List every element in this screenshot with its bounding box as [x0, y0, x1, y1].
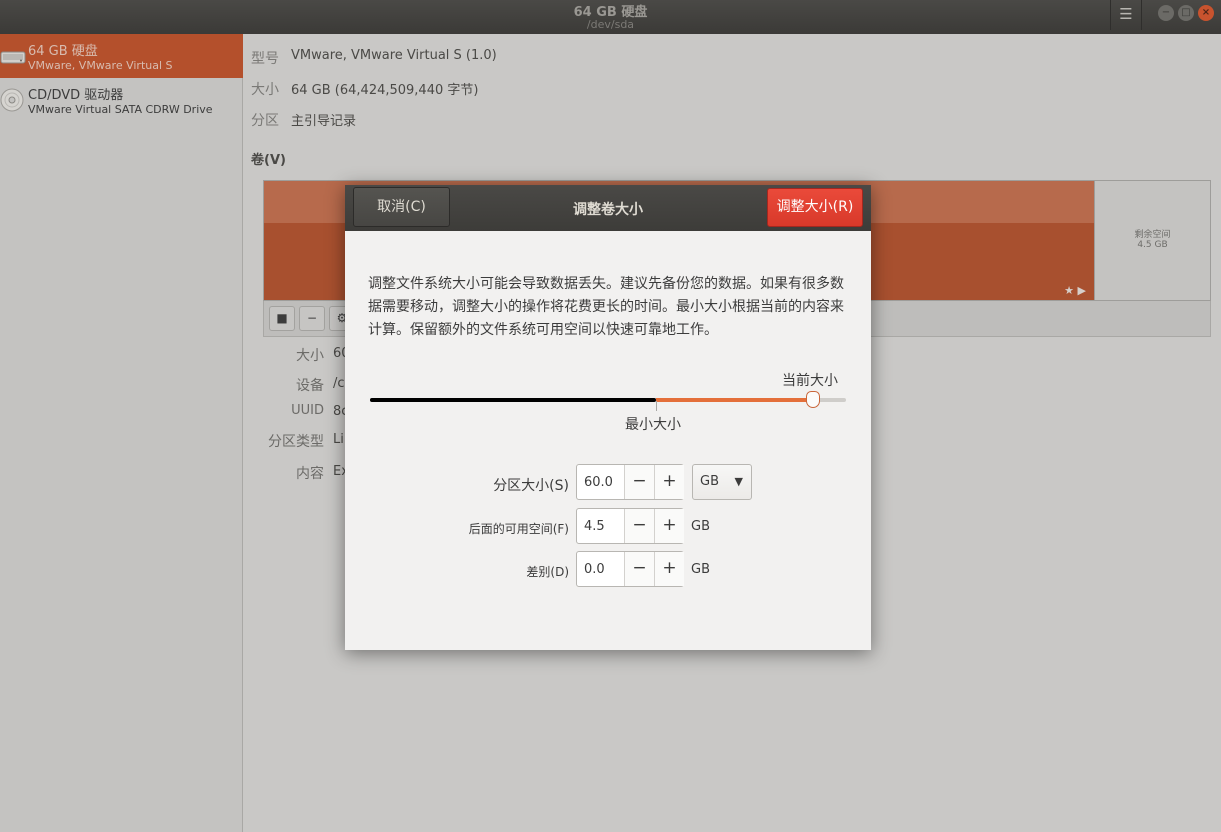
unit-dropdown[interactable]: GB ▼: [692, 464, 752, 500]
detail-device-value: /c: [333, 376, 345, 391]
slider-handle[interactable]: [806, 391, 820, 408]
device-name: CD/DVD 驱动器: [28, 88, 124, 103]
difference-label: 差别(D): [526, 565, 569, 579]
free-space-increment-icon[interactable]: +: [654, 509, 684, 543]
resize-button[interactable]: 调整大小(R): [767, 188, 863, 227]
mounted-star-icon: ★ ▶: [1064, 284, 1086, 297]
resize-warning-text: 调整文件系统大小可能会导致数据丢失。建议先备份您的数据。如果有很多数据需要移动，…: [368, 276, 844, 338]
difference-spinner: − +: [576, 551, 684, 587]
partition-size-decrement-icon[interactable]: −: [624, 465, 654, 499]
partition-size-increment-icon[interactable]: +: [654, 465, 684, 499]
device-name: 64 GB 硬盘: [28, 44, 98, 59]
current-size-label: 当前大小: [782, 373, 838, 389]
model-value: VMware, VMware Virtual S (1.0): [291, 48, 497, 63]
detail-device-label: 设备: [296, 378, 324, 394]
optical-drive-icon: [0, 88, 24, 112]
volumes-heading: 卷(V): [251, 153, 286, 168]
sidebar-item-hard-disk[interactable]: 64 GB 硬盘 VMware, VMware Virtual S: [0, 34, 243, 78]
close-icon[interactable]: ×: [1198, 5, 1214, 21]
device-sidebar: 64 GB 硬盘 VMware, VMware Virtual S CD/DVD…: [0, 34, 243, 832]
window-subtitle: /dev/sda: [586, 18, 635, 31]
model-label: 型号: [251, 51, 279, 67]
free-space-size: 4.5 GB: [1137, 240, 1168, 250]
slider-min-fill: [370, 398, 656, 402]
detail-uuid-label: UUID: [291, 403, 324, 418]
detail-partition-type-value: Li: [333, 432, 344, 447]
partition-size-spinner: − +: [576, 464, 684, 500]
difference-unit: GB: [691, 562, 710, 577]
free-space-decrement-icon[interactable]: −: [624, 509, 654, 543]
volume-free-space[interactable]: 剩余空间 4.5 GB: [1094, 181, 1210, 300]
chevron-down-icon: ▼: [734, 475, 743, 488]
free-space-unit: GB: [691, 519, 710, 534]
min-size-label: 最小大小: [625, 417, 681, 433]
minimize-icon[interactable]: −: [1158, 5, 1174, 21]
sidebar-item-optical-drive[interactable]: CD/DVD 驱动器 VMware Virtual SATA CDRW Driv…: [0, 78, 243, 122]
partitioning-label: 分区: [251, 113, 279, 129]
partition-size-label: 分区大小(S): [493, 478, 569, 494]
title-bar: 64 GB 硬盘 /dev/sda ☰ − □ ×: [0, 0, 1221, 34]
free-space-label: 剩余空间: [1134, 230, 1171, 240]
detail-size-label: 大小: [296, 348, 324, 364]
maximize-icon[interactable]: □: [1178, 5, 1194, 21]
device-subtitle: VMware, VMware Virtual S: [28, 59, 173, 72]
stop-icon[interactable]: ■: [269, 306, 295, 331]
free-space-following-label: 后面的可用空间(F): [468, 522, 569, 536]
slider-value-fill: [656, 398, 813, 402]
partition-size-input[interactable]: [578, 466, 622, 498]
unit-dropdown-value: GB: [700, 474, 719, 489]
hard-disk-icon: [0, 51, 26, 64]
detail-partition-type-label: 分区类型: [268, 434, 324, 450]
remove-partition-icon[interactable]: −: [299, 306, 325, 331]
dialog-header: 取消(C) 调整卷大小 调整大小(R): [345, 185, 871, 231]
size-label: 大小: [251, 82, 279, 98]
difference-input[interactable]: [578, 553, 622, 585]
menu-icon[interactable]: ☰: [1110, 0, 1142, 30]
device-subtitle: VMware Virtual SATA CDRW Drive: [28, 103, 213, 116]
free-space-input[interactable]: [578, 510, 622, 542]
size-value: 64 GB (64,424,509,440 字节): [291, 83, 479, 98]
difference-increment-icon[interactable]: +: [654, 552, 684, 586]
min-size-mark: [656, 401, 657, 411]
free-space-spinner: − +: [576, 508, 684, 544]
resize-volume-dialog: 取消(C) 调整卷大小 调整大小(R) 调整文件系统大小可能会导致数据丢失。建议…: [345, 185, 871, 650]
size-slider[interactable]: [370, 398, 846, 402]
detail-contents-label: 内容: [296, 466, 324, 482]
difference-decrement-icon[interactable]: −: [624, 552, 654, 586]
partitioning-value: 主引导记录: [291, 114, 357, 129]
